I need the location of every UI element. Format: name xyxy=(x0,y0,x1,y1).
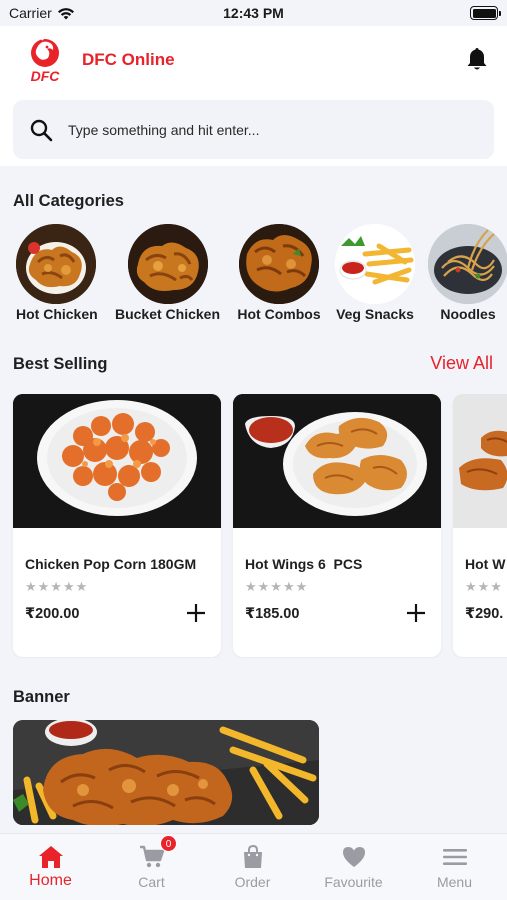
bag-icon xyxy=(243,844,262,868)
product-price: ₹200.00 xyxy=(25,606,80,622)
product-price: ₹290. xyxy=(465,606,504,622)
logo-text: DFC xyxy=(31,68,61,84)
tab-menu[interactable]: Menu xyxy=(404,834,505,900)
status-bar: Carrier 12:43 PM xyxy=(0,0,507,26)
product-name: Hot W xyxy=(465,556,506,572)
product-carousel: Chicken Pop Corn 180GM ★★★★★ ₹200.00 Hot… xyxy=(0,394,507,658)
tab-label: Favourite xyxy=(324,874,383,890)
tab-label: Cart xyxy=(138,874,165,890)
best-selling-title: Best Selling xyxy=(13,355,108,373)
category-image xyxy=(239,224,319,304)
app-title: DFC Online xyxy=(82,50,175,69)
product-card[interactable]: Chicken Pop Corn 180GM ★★★★★ ₹200.00 xyxy=(13,394,221,657)
category-hot-chicken[interactable]: Hot Chicken xyxy=(16,224,98,322)
search-icon xyxy=(30,119,53,141)
category-label: Hot Chicken xyxy=(16,306,98,322)
category-image xyxy=(335,224,415,304)
heart-icon xyxy=(342,847,365,867)
rating-stars: ★★★ xyxy=(465,579,503,594)
header: DFC DFC Online Type something and hit en… xyxy=(0,26,507,166)
product-name: Hot Wings 6 PCS xyxy=(245,556,363,572)
tab-order[interactable]: Order xyxy=(202,834,303,900)
clock: 12:43 PM xyxy=(223,5,284,21)
bottom-tab-bar: Home 0 Cart Order Favourite Menu xyxy=(0,833,507,900)
category-veg-snacks[interactable]: Veg Snacks xyxy=(333,224,417,322)
tab-cart[interactable]: 0 Cart xyxy=(101,834,202,900)
banner-title: Banner xyxy=(13,688,70,706)
tab-label: Home xyxy=(29,872,72,889)
category-image xyxy=(127,224,208,304)
category-hot-combos[interactable]: Hot Combos xyxy=(235,224,323,322)
category-noodles[interactable]: Noodles xyxy=(428,224,507,322)
product-name: Chicken Pop Corn 180GM xyxy=(25,556,197,572)
dfc-logo: DFC xyxy=(31,36,61,84)
tab-label: Menu xyxy=(436,874,473,890)
category-image xyxy=(428,224,507,304)
product-image xyxy=(453,394,507,528)
plus-icon[interactable] xyxy=(185,602,207,624)
category-label: Bucket Chicken xyxy=(114,306,221,322)
product-image xyxy=(13,394,221,528)
tab-home[interactable]: Home xyxy=(0,834,101,900)
rating-stars: ★★★★★ xyxy=(245,579,309,594)
product-price: ₹185.00 xyxy=(245,606,300,622)
home-icon xyxy=(38,846,63,868)
promo-banner[interactable] xyxy=(13,720,319,825)
search-bar[interactable]: Type something and hit enter... xyxy=(13,100,494,159)
product-card[interactable]: Hot Wings 6 PCS ★★★★★ ₹185.00 xyxy=(233,394,441,657)
search-input[interactable]: Type something and hit enter... xyxy=(68,122,259,138)
product-card[interactable]: Hot W ★★★ ₹290. xyxy=(453,394,507,657)
plus-icon[interactable] xyxy=(405,602,427,624)
tab-label: Order xyxy=(234,874,271,890)
category-label: Noodles xyxy=(440,306,496,322)
category-label: Hot Combos xyxy=(237,306,321,322)
product-image xyxy=(233,394,441,528)
category-label: Veg Snacks xyxy=(336,306,414,322)
rating-stars: ★★★★★ xyxy=(25,579,89,594)
view-all-link[interactable]: View All xyxy=(430,353,493,374)
hamburger-icon xyxy=(442,849,467,865)
categories-title: All Categories xyxy=(13,192,124,210)
category-bucket-chicken[interactable]: Bucket Chicken xyxy=(112,224,223,322)
bell-icon[interactable] xyxy=(465,46,489,72)
cart-badge: 0 xyxy=(160,835,177,852)
category-list: Hot Chicken Bucket Chicken Hot Combos Ve… xyxy=(0,224,507,324)
category-image xyxy=(16,224,96,304)
battery-icon xyxy=(470,6,501,20)
banner-image xyxy=(13,720,319,825)
tab-favourite[interactable]: Favourite xyxy=(303,834,404,900)
